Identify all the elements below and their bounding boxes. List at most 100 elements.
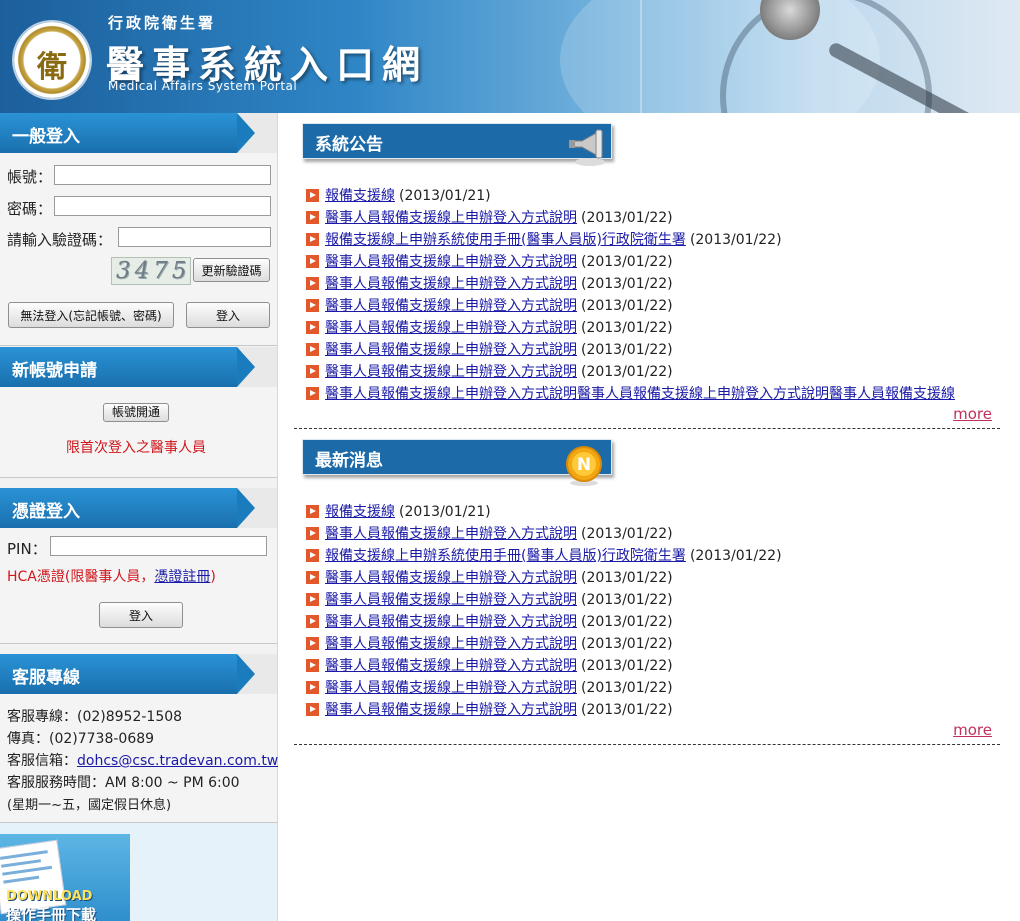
news-link[interactable]: 醫事人員報備支援線上申辦登入方式說明	[325, 342, 577, 358]
support-email-link[interactable]: dohcs@csc.tradevan.com.tw	[77, 753, 278, 769]
arrow-bullet-icon	[306, 614, 319, 628]
cert-note-text: HCA憑證(限醫事人員，	[7, 569, 155, 585]
panel-header-tab	[237, 654, 277, 694]
refresh-captcha-button[interactable]: 更新驗證碼	[193, 258, 270, 282]
news-link[interactable]: 醫事人員報備支援線上申辦登入方式說明	[325, 680, 577, 696]
password-input[interactable]	[54, 196, 271, 216]
download-label-zh: 操作手冊下載	[6, 906, 97, 921]
dashed-divider	[294, 744, 1000, 745]
captcha-image: 3475	[111, 257, 191, 285]
login-panel: 一般登入 帳號： 密碼： 請輸入驗證碼： 3475 更新驗證碼 無法登入(忘記帳…	[0, 113, 277, 345]
list-item: 醫事人員報備支援線上申辦登入方式說明 (2013/01/22)	[306, 633, 1006, 655]
cert-note: HCA憑證(限醫事人員，憑證註冊)	[7, 566, 216, 586]
news-link[interactable]: 醫事人員報備支援線上申辦登入方式說明	[325, 364, 577, 380]
panel-header-tab	[237, 113, 277, 153]
news-link[interactable]: 醫事人員報備支援線上申辦登入方式說明	[325, 298, 577, 314]
captcha-input[interactable]	[118, 227, 271, 247]
arrow-bullet-icon	[306, 342, 319, 356]
news-link[interactable]: 醫事人員報備支援線上申辦登入方式說明	[325, 276, 577, 292]
news-date: (2013/01/22)	[581, 342, 673, 358]
support-heading: 客服專線	[12, 668, 80, 688]
news-date: (2013/01/22)	[581, 658, 673, 674]
forgot-credentials-button[interactable]: 無法登入(忘記帳號、密碼)	[8, 302, 174, 328]
divider	[0, 643, 277, 644]
arrow-bullet-icon	[306, 570, 319, 584]
latest-news-more-link[interactable]: more	[953, 721, 992, 739]
news-date: (2013/01/22)	[581, 276, 673, 292]
download-manual-banner[interactable]: DOWNLOAD 操作手冊下載	[0, 834, 130, 921]
account-input[interactable]	[54, 165, 271, 185]
support-fax: 傳真：(02)7738-0689	[7, 731, 155, 747]
news-link[interactable]: 醫事人員報備支援線上申辦登入方式說明	[325, 614, 577, 630]
news-date: (2013/01/22)	[581, 680, 673, 696]
announcements-heading: 系統公告	[315, 135, 383, 155]
arrow-bullet-icon	[306, 680, 319, 694]
header-decoration	[640, 0, 642, 113]
arrow-bullet-icon	[306, 298, 319, 312]
arrow-bullet-icon	[306, 188, 319, 202]
latest-news-heading: 最新消息	[315, 451, 383, 471]
logo-glyph: 衛	[37, 50, 67, 85]
news-date: (2013/01/22)	[581, 636, 673, 652]
pin-label: PIN：	[7, 540, 47, 558]
main-content: 系統公告 報備支援線 (2013/01/21) 醫事人員報備支援線上申辦登入方式說明…	[278, 113, 1020, 921]
cert-register-link[interactable]: 憑證註冊	[154, 569, 210, 585]
arrow-bullet-icon	[306, 254, 319, 268]
news-link[interactable]: 醫事人員報備支援線上申辦登入方式說明	[325, 320, 577, 336]
new-account-panel-header: 新帳號申請	[0, 347, 277, 387]
news-link[interactable]: 醫事人員報備支援線上申辦登入方式說明	[325, 254, 577, 270]
list-item: 醫事人員報備支援線上申辦登入方式說明 (2013/01/22)	[306, 361, 1006, 383]
list-item: 醫事人員報備支援線上申辦登入方式說明 (2013/01/22)	[306, 251, 1006, 273]
news-link[interactable]: 報備支援線	[325, 188, 395, 204]
new-account-panel-body: 帳號開通 限首次登入之醫事人員	[0, 387, 277, 477]
news-link[interactable]: 醫事人員報備支援線上申辦登入方式說明	[325, 702, 577, 718]
new-account-note: 限首次登入之醫事人員	[66, 440, 206, 456]
arrow-bullet-icon	[306, 658, 319, 672]
news-date: (2013/01/22)	[581, 592, 673, 608]
captcha-label: 請輸入驗證碼：	[7, 231, 113, 249]
news-link[interactable]: 報備支援線	[325, 504, 395, 520]
ministry-logo[interactable]: 衛	[14, 22, 90, 98]
list-item: 報備支援線上申辦系統使用手冊(醫事人員版)行政院衛生署 (2013/01/22)	[306, 229, 1006, 251]
arrow-bullet-icon	[306, 548, 319, 562]
support-panel-body: 客服專線：(02)8952-1508 傳真：(02)7738-0689 客服信箱…	[0, 694, 278, 822]
arrow-bullet-icon	[306, 592, 319, 606]
news-link[interactable]: 醫事人員報備支援線上申辦登入方式說明	[325, 636, 577, 652]
news-link[interactable]: 報備支援線上申辦系統使用手冊(醫事人員版)行政院衛生署	[325, 232, 686, 248]
news-link[interactable]: 醫事人員報備支援線上申辦登入方式說明	[325, 592, 577, 608]
news-link[interactable]: 醫事人員報備支援線上申辦登入方式說明	[325, 210, 577, 226]
account-activation-button[interactable]: 帳號開通	[103, 403, 169, 422]
support-phone: 客服專線：(02)8952-1508	[7, 709, 183, 725]
new-badge-icon: N	[566, 446, 602, 486]
pin-input[interactable]	[50, 536, 267, 556]
list-item: 醫事人員報備支援線上申辦登入方式說明 (2013/01/22)	[306, 317, 1006, 339]
cert-note-suffix: )	[210, 569, 216, 585]
login-button[interactable]: 登入	[186, 302, 270, 328]
sidebar: 一般登入 帳號： 密碼： 請輸入驗證碼： 3475 更新驗證碼 無法登入(忘記帳…	[0, 113, 278, 921]
site-header: 衛 行政院衛生署 醫事系統入口網 Medical Affairs System …	[0, 0, 1020, 113]
cert-login-button[interactable]: 登入	[99, 602, 183, 628]
list-item: 醫事人員報備支援線上申辦登入方式說明 (2013/01/22)	[306, 273, 1006, 295]
megaphone-icon	[569, 129, 605, 166]
arrow-bullet-icon	[306, 526, 319, 540]
list-item: 醫事人員報備支援線上申辦登入方式說明 (2013/01/22)	[306, 655, 1006, 677]
news-date: (2013/01/22)	[581, 614, 673, 630]
arrow-bullet-icon	[306, 702, 319, 716]
svg-text:N: N	[577, 455, 591, 475]
divider	[0, 345, 277, 346]
news-link[interactable]: 醫事人員報備支援線上申辦登入方式說明	[325, 658, 577, 674]
support-days: (星期一~五，國定假日休息)	[7, 798, 172, 813]
news-link[interactable]: 醫事人員報備支援線上申辦登入方式說明	[325, 570, 577, 586]
announcements-more-link[interactable]: more	[953, 405, 992, 423]
news-date: (2013/01/22)	[581, 702, 673, 718]
news-link[interactable]: 醫事人員報備支援線上申辦登入方式說明醫事人員報備支援線上申辦登入方式說明醫事人員…	[325, 386, 955, 402]
news-date: (2013/01/22)	[581, 210, 673, 226]
news-link[interactable]: 報備支援線上申辦系統使用手冊(醫事人員版)行政院衛生署	[325, 548, 686, 564]
cert-login-panel-body: PIN： HCA憑證(限醫事人員，憑證註冊) 登入	[0, 528, 277, 643]
password-label: 密碼：	[7, 200, 53, 218]
list-item: 醫事人員報備支援線上申辦登入方式說明 (2013/01/22)	[306, 207, 1006, 229]
list-item: 醫事人員報備支援線上申辦登入方式說明 (2013/01/22)	[306, 523, 1006, 545]
news-date: (2013/01/22)	[581, 254, 673, 270]
news-link[interactable]: 醫事人員報備支援線上申辦登入方式說明	[325, 526, 577, 542]
announcements-list: 報備支援線 (2013/01/21) 醫事人員報備支援線上申辦登入方式說明 (2013…	[306, 185, 1006, 405]
